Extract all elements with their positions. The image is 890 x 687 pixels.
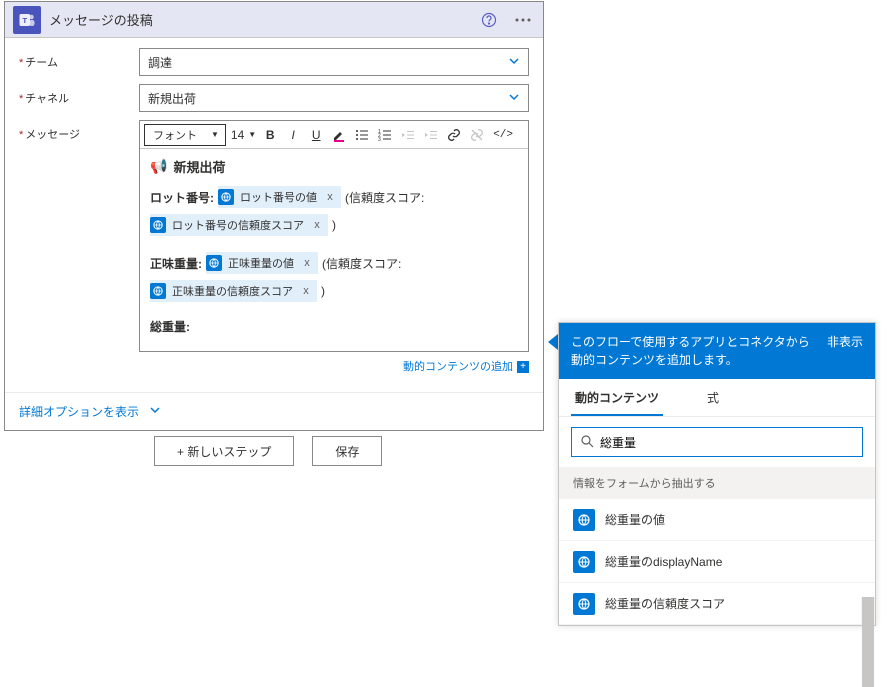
italic-button[interactable]: I xyxy=(282,124,304,146)
plus-icon: + xyxy=(517,361,529,373)
flyout-tabs: 動的コンテンツ 式 xyxy=(559,379,875,417)
more-icon[interactable] xyxy=(509,6,537,34)
channel-row: *チャネル 新規出荷 xyxy=(19,84,529,112)
font-select[interactable]: フォント▼ xyxy=(144,124,226,146)
chevron-down-icon xyxy=(508,55,520,70)
underline-button[interactable]: U xyxy=(305,124,327,146)
font-size-select[interactable]: 14▼ xyxy=(227,124,258,146)
aibuilder-icon xyxy=(573,509,595,531)
bullet-list-button[interactable] xyxy=(351,124,373,146)
message-label: メッセージ xyxy=(25,129,80,141)
search-icon xyxy=(580,434,594,451)
card-title: メッセージの投稿 xyxy=(49,10,475,29)
flyout-item-gross-confidence[interactable]: 総重量の信頼度スコア xyxy=(559,583,875,625)
announce-heading: 📢 新規出荷 xyxy=(150,157,518,176)
tab-dynamic-content[interactable]: 動的コンテンツ xyxy=(571,379,663,416)
token-lot-confidence[interactable]: ロット番号の信頼度スコア x xyxy=(150,214,328,236)
show-advanced-options[interactable]: 詳細オプションを表示 xyxy=(5,392,543,430)
channel-select[interactable]: 新規出荷 xyxy=(139,84,529,112)
channel-label: チャネル xyxy=(25,93,69,105)
flyout-pointer xyxy=(548,334,558,350)
add-dynamic-content-link[interactable]: 動的コンテンツの追加+ xyxy=(139,352,529,376)
code-view-button[interactable]: </> xyxy=(489,124,517,146)
dynamic-content-flyout: このフローで使用するアプリとコネクタから動的コンテンツを追加します。 非表示 動… xyxy=(558,322,876,626)
gross-label: 総重量: xyxy=(150,318,190,335)
chevron-down-icon xyxy=(149,404,161,419)
unlink-button[interactable] xyxy=(466,124,488,146)
help-icon[interactable] xyxy=(475,6,503,34)
token-net-confidence[interactable]: 正味重量の信頼度スコア x xyxy=(150,280,317,302)
chevron-down-icon xyxy=(508,91,520,106)
aibuilder-icon xyxy=(206,255,222,271)
token-remove-icon[interactable]: x xyxy=(310,219,324,231)
net-label: 正味重量: xyxy=(150,255,202,272)
aibuilder-icon xyxy=(573,551,595,573)
svg-text:T: T xyxy=(23,16,28,25)
bold-button[interactable]: B xyxy=(259,124,281,146)
flyout-search-input[interactable] xyxy=(600,435,854,449)
flyout-hide-link[interactable]: 非表示 xyxy=(827,333,863,350)
lot-label: ロット番号: xyxy=(150,189,214,206)
teams-icon: T xyxy=(13,6,41,34)
new-step-button[interactable]: + 新しいステップ xyxy=(154,436,294,466)
aibuilder-icon xyxy=(218,189,234,205)
highlight-button[interactable] xyxy=(328,124,350,146)
token-remove-icon[interactable]: x xyxy=(323,191,337,203)
card-header[interactable]: T メッセージの投稿 xyxy=(5,2,543,38)
flyout-item-gross-displayname[interactable]: 総重量のdisplayName xyxy=(559,541,875,583)
svg-text:3: 3 xyxy=(378,137,381,142)
flyout-item-gross-value[interactable]: 総重量の値 xyxy=(559,499,875,541)
footer-buttons: + 新しいステップ 保存 xyxy=(154,436,382,466)
number-list-button[interactable]: 123 xyxy=(374,124,396,146)
flyout-header: このフローで使用するアプリとコネクタから動的コンテンツを追加します。 非表示 xyxy=(559,323,875,379)
flyout-group-header: 情報をフォームから抽出する xyxy=(559,467,875,499)
message-row: *メッセージ フォント▼ 14▼ B I U 123 xyxy=(19,120,529,376)
save-button[interactable]: 保存 xyxy=(312,436,382,466)
aibuilder-icon xyxy=(150,217,166,233)
aibuilder-icon xyxy=(150,283,166,299)
link-button[interactable] xyxy=(443,124,465,146)
outdent-button[interactable] xyxy=(397,124,419,146)
token-remove-icon[interactable]: x xyxy=(300,257,314,269)
editor-toolbar: フォント▼ 14▼ B I U 123 </> xyxy=(140,121,528,149)
flyout-scrollbar[interactable] xyxy=(861,597,875,625)
editor-content[interactable]: 📢 新規出荷 ロット番号: ロット番号の値 x (信頼度スコア: xyxy=(140,149,528,351)
token-net-value[interactable]: 正味重量の値 x xyxy=(206,252,318,274)
megaphone-icon: 📢 xyxy=(150,158,167,175)
team-select[interactable]: 調達 xyxy=(139,48,529,76)
aibuilder-icon xyxy=(573,593,595,615)
team-row: *チーム 調達 xyxy=(19,48,529,76)
tab-expression[interactable]: 式 xyxy=(703,379,723,416)
indent-button[interactable] xyxy=(420,124,442,146)
flyout-search[interactable] xyxy=(571,427,863,457)
token-lot-value[interactable]: ロット番号の値 x xyxy=(218,186,341,208)
team-label: チーム xyxy=(25,57,58,69)
rich-text-editor: フォント▼ 14▼ B I U 123 </> xyxy=(139,120,529,352)
token-remove-icon[interactable]: x xyxy=(299,285,313,297)
teams-post-message-card: T メッセージの投稿 *チーム 調達 *チャネル 新規出荷 xyxy=(4,1,544,431)
